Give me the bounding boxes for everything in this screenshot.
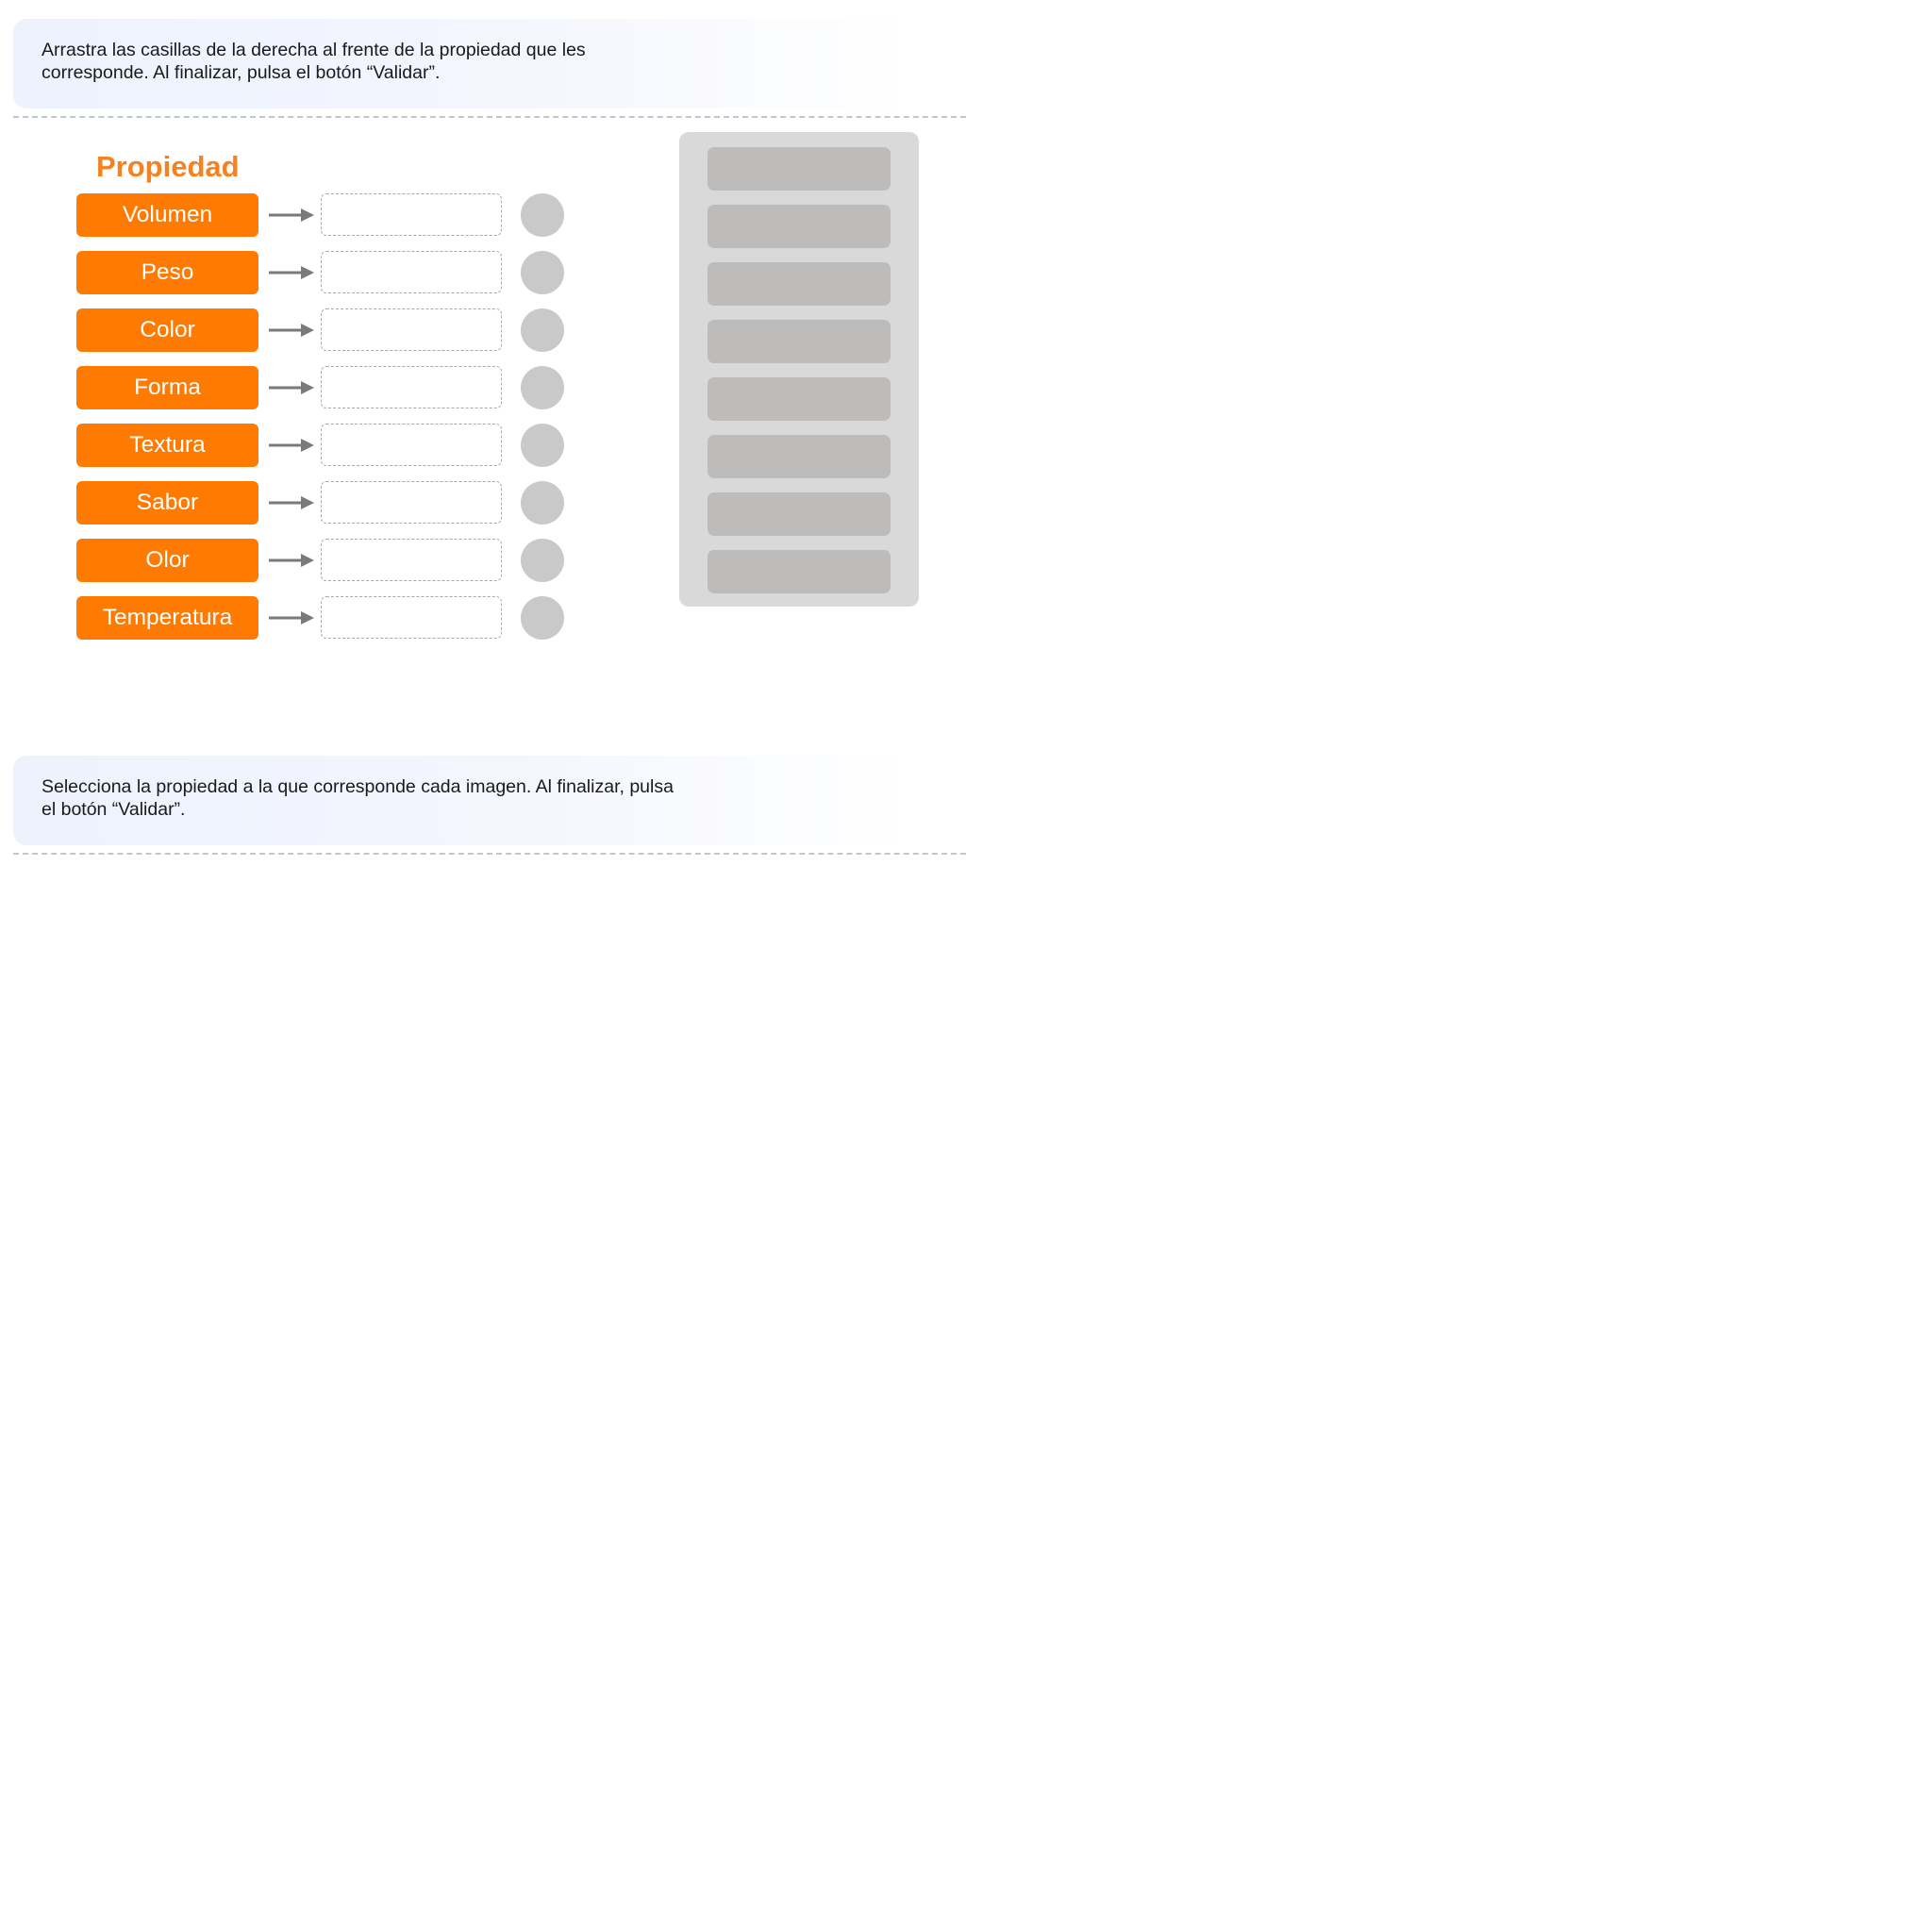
property-column-header: Propiedad <box>96 150 240 183</box>
arrow-right-icon <box>269 381 314 394</box>
property-row-textura: Textura <box>76 424 567 467</box>
property-row-temperatura: Temperatura <box>76 596 567 640</box>
arrow-right-icon <box>269 439 314 452</box>
status-indicator <box>521 539 564 582</box>
property-label: Volumen <box>76 193 258 237</box>
instruction-text-2: Selecciona la propiedad a la que corresp… <box>42 776 674 820</box>
property-label: Forma <box>76 366 258 409</box>
property-label: Peso <box>76 251 258 294</box>
arrow-right-icon <box>269 266 314 279</box>
status-indicator <box>521 366 564 409</box>
property-label: Temperatura <box>76 596 258 640</box>
property-row-sabor: Sabor <box>76 481 567 525</box>
drop-target[interactable] <box>321 424 502 466</box>
status-indicator <box>521 481 564 525</box>
status-indicator <box>521 596 564 640</box>
drop-target[interactable] <box>321 193 502 236</box>
property-row-forma: Forma <box>76 366 567 409</box>
status-indicator <box>521 308 564 352</box>
draggable-card[interactable] <box>708 262 891 306</box>
arrow-right-icon <box>269 554 314 567</box>
drop-target[interactable] <box>321 539 502 581</box>
property-row-color: Color <box>76 308 567 352</box>
divider-2 <box>13 853 966 855</box>
instruction-box-2: Selecciona la propiedad a la que corresp… <box>13 756 914 845</box>
draggable-card[interactable] <box>708 205 891 248</box>
status-indicator <box>521 251 564 294</box>
drop-target[interactable] <box>321 596 502 639</box>
drop-target[interactable] <box>321 481 502 524</box>
property-row-peso: Peso <box>76 251 567 294</box>
property-label: Color <box>76 308 258 352</box>
draggable-card[interactable] <box>708 550 891 593</box>
drop-target[interactable] <box>321 366 502 408</box>
arrow-right-icon <box>269 496 314 509</box>
arrow-right-icon <box>269 208 314 222</box>
draggable-card[interactable] <box>708 435 891 478</box>
arrow-right-icon <box>269 324 314 337</box>
divider-1 <box>13 116 966 118</box>
instruction-text-1: Arrastra las casillas de la derecha al f… <box>42 40 586 83</box>
status-indicator <box>521 193 564 237</box>
instruction-box-1: Arrastra las casillas de la derecha al f… <box>13 19 914 108</box>
arrow-right-icon <box>269 611 314 625</box>
draggable-card[interactable] <box>708 320 891 363</box>
draggable-card[interactable] <box>708 147 891 191</box>
status-indicator <box>521 424 564 467</box>
property-label: Textura <box>76 424 258 467</box>
draggable-card[interactable] <box>708 377 891 421</box>
card-bank <box>679 132 919 607</box>
drop-target[interactable] <box>321 251 502 293</box>
draggable-card[interactable] <box>708 492 891 536</box>
property-label: Sabor <box>76 481 258 525</box>
property-row-olor: Olor <box>76 539 567 582</box>
drop-target[interactable] <box>321 308 502 351</box>
property-row-volumen: Volumen <box>76 193 567 237</box>
property-label: Olor <box>76 539 258 582</box>
